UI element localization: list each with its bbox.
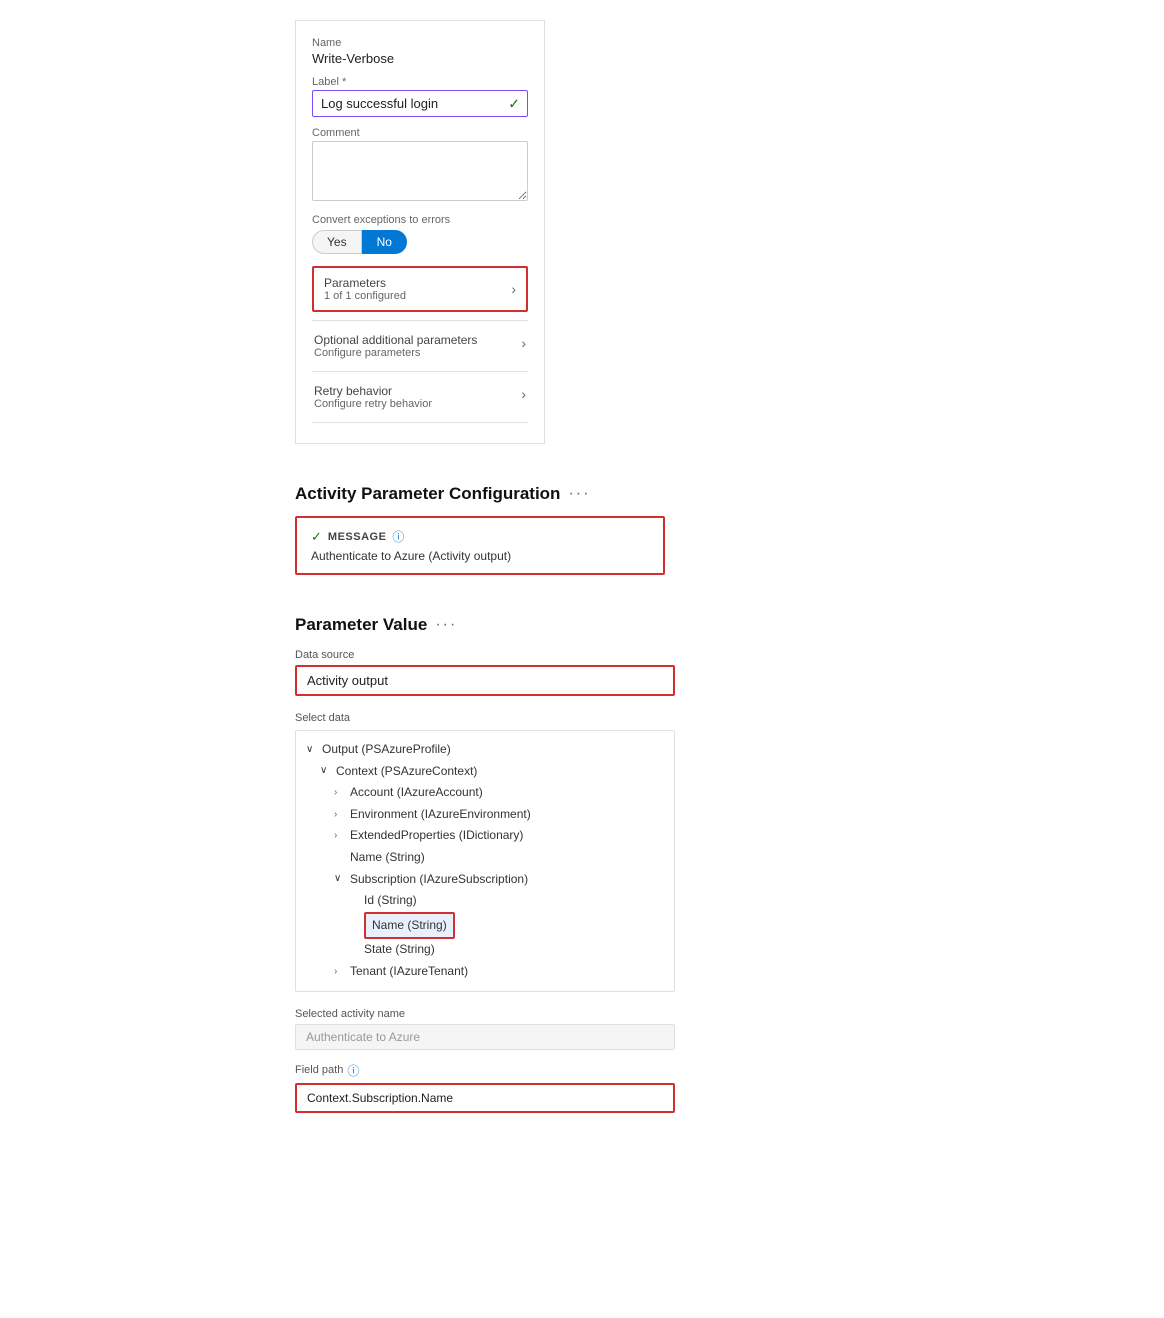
tree-item[interactable]: › Account (IAzureAccount) bbox=[306, 782, 664, 804]
arrow-icon: ∨ bbox=[306, 741, 318, 759]
name-label: Name bbox=[312, 37, 528, 49]
field-path-section: Field path ⓘ bbox=[295, 1062, 675, 1113]
optional-params-chevron-icon: › bbox=[521, 335, 526, 351]
toggle-yes-button[interactable]: Yes bbox=[312, 230, 362, 254]
comment-textarea[interactable] bbox=[312, 141, 528, 201]
parameters-sub: 1 of 1 configured bbox=[324, 290, 516, 302]
tree-item[interactable]: State (String) bbox=[306, 939, 664, 961]
ds-label: Data source bbox=[295, 649, 675, 661]
toggle-no-button[interactable]: No bbox=[362, 230, 407, 254]
label-input[interactable] bbox=[312, 90, 528, 117]
fp-label: Field path bbox=[295, 1064, 343, 1076]
apc-dots-menu[interactable]: ··· bbox=[568, 485, 590, 503]
label-field-label: Label bbox=[312, 76, 528, 88]
checkmark-icon: ✓ bbox=[508, 95, 520, 112]
fp-input[interactable] bbox=[295, 1083, 675, 1113]
divider-3 bbox=[312, 422, 528, 423]
message-check-icon: ✓ bbox=[311, 529, 322, 545]
message-info-icon[interactable]: ⓘ bbox=[392, 528, 404, 545]
tree-item[interactable]: › ExtendedProperties (IDictionary) bbox=[306, 825, 664, 847]
fp-info-icon[interactable]: ⓘ bbox=[347, 1062, 359, 1079]
arrow-icon: › bbox=[334, 806, 346, 824]
tree-item[interactable]: ∨ Context (PSAzureContext) bbox=[306, 761, 664, 783]
parameters-section[interactable]: Parameters 1 of 1 configured › bbox=[312, 266, 528, 312]
selected-activity-label: Selected activity name bbox=[295, 1008, 675, 1020]
convert-exceptions-label: Convert exceptions to errors bbox=[312, 214, 528, 226]
comment-label: Comment bbox=[312, 127, 528, 139]
ds-input[interactable] bbox=[295, 665, 675, 696]
apc-title-row: Activity Parameter Configuration ··· bbox=[295, 484, 665, 504]
tree-item[interactable]: › Tenant (IAzureTenant) bbox=[306, 961, 664, 983]
fp-label-row: Field path ⓘ bbox=[295, 1062, 675, 1079]
tree-container: ∨ Output (PSAzureProfile) ∨ Context (PSA… bbox=[295, 730, 675, 992]
optional-params-sub: Configure parameters bbox=[314, 347, 477, 359]
divider-2 bbox=[312, 371, 528, 372]
arrow-icon: ∨ bbox=[320, 762, 332, 780]
optional-params-content: Optional additional parameters Configure… bbox=[314, 333, 477, 359]
selected-activity-section: Selected activity name Authenticate to A… bbox=[295, 1008, 675, 1050]
parameters-title: Parameters bbox=[324, 276, 516, 290]
optional-params-title: Optional additional parameters bbox=[314, 333, 477, 347]
tree-item-highlighted[interactable]: Name (String) bbox=[306, 912, 664, 940]
pv-dots-menu[interactable]: ··· bbox=[435, 616, 457, 634]
message-card: ✓ MESSAGE ⓘ Authenticate to Azure (Activ… bbox=[295, 516, 665, 575]
apc-section: Activity Parameter Configuration ··· ✓ M… bbox=[295, 484, 665, 575]
divider-1 bbox=[312, 320, 528, 321]
highlighted-name-string: Name (String) bbox=[364, 912, 455, 940]
convert-exceptions-row: Convert exceptions to errors Yes No bbox=[312, 214, 528, 254]
activity-panel: Name Write-Verbose Label ✓ Comment Conve… bbox=[295, 20, 545, 444]
apc-title: Activity Parameter Configuration bbox=[295, 484, 560, 504]
tree-item[interactable]: Name (String) bbox=[306, 847, 664, 869]
name-value: Write-Verbose bbox=[312, 51, 528, 66]
tree-item[interactable]: ∨ Subscription (IAzureSubscription) bbox=[306, 869, 664, 891]
optional-params-nav[interactable]: Optional additional parameters Configure… bbox=[312, 325, 528, 367]
select-data-label: Select data bbox=[295, 712, 675, 724]
message-label: MESSAGE bbox=[328, 531, 387, 543]
parameters-chevron-icon: › bbox=[511, 281, 516, 297]
label-input-wrapper: ✓ bbox=[312, 90, 528, 117]
arrow-icon: ∨ bbox=[334, 870, 346, 888]
ds-input-wrapper: Data source bbox=[295, 649, 675, 696]
pv-title: Parameter Value bbox=[295, 615, 427, 635]
arrow-icon: › bbox=[334, 827, 346, 845]
arrow-icon: › bbox=[334, 784, 346, 802]
retry-behavior-title: Retry behavior bbox=[314, 384, 432, 398]
tree-item[interactable]: Id (String) bbox=[306, 890, 664, 912]
message-label-row: ✓ MESSAGE ⓘ bbox=[311, 528, 649, 545]
retry-behavior-sub: Configure retry behavior bbox=[314, 398, 432, 410]
pv-title-row: Parameter Value ··· bbox=[295, 615, 675, 635]
toggle-group: Yes No bbox=[312, 230, 528, 254]
selected-activity-value: Authenticate to Azure bbox=[295, 1024, 675, 1050]
tree-item[interactable]: › Environment (IAzureEnvironment) bbox=[306, 804, 664, 826]
tree-item[interactable]: ∨ Output (PSAzureProfile) bbox=[306, 739, 664, 761]
retry-behavior-nav[interactable]: Retry behavior Configure retry behavior … bbox=[312, 376, 528, 418]
page-container: Name Write-Verbose Label ✓ Comment Conve… bbox=[0, 0, 1164, 1165]
arrow-icon: › bbox=[334, 963, 346, 981]
retry-behavior-chevron-icon: › bbox=[521, 386, 526, 402]
message-value: Authenticate to Azure (Activity output) bbox=[311, 549, 649, 563]
pv-section: Parameter Value ··· Data source Select d… bbox=[295, 615, 675, 1125]
retry-behavior-content: Retry behavior Configure retry behavior bbox=[314, 384, 432, 410]
